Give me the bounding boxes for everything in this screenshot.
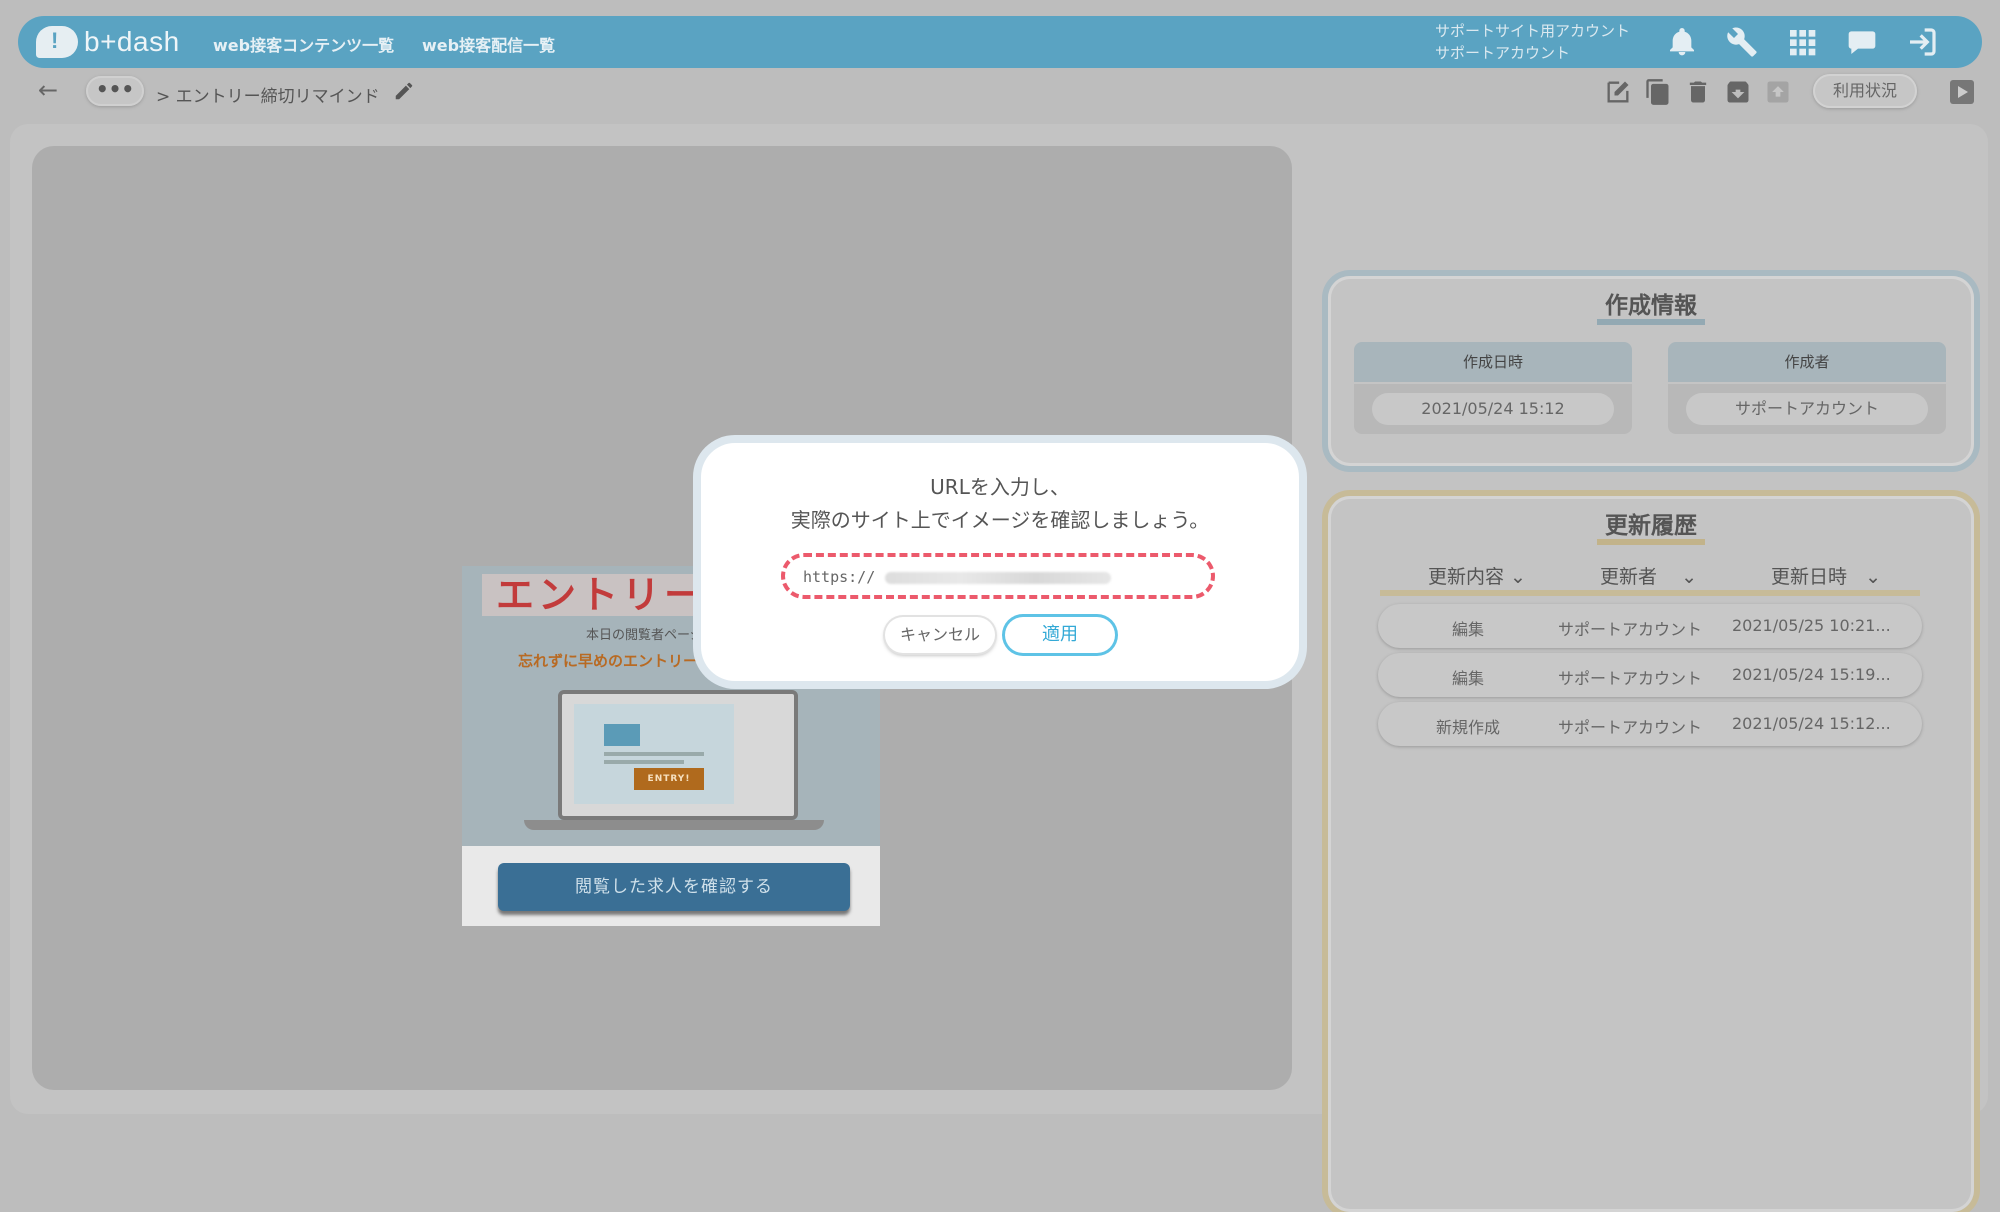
modal-message: URLを入力し、 実際のサイト上でイメージを確認しましょう。	[701, 471, 1299, 537]
rename-pencil-icon[interactable]	[393, 80, 415, 102]
history-user: サポートアカウント	[1558, 718, 1703, 737]
apps-grid-icon[interactable]	[1786, 26, 1818, 58]
logo-bubble-icon	[36, 26, 78, 58]
url-input-value: https://	[803, 568, 876, 586]
nav-web-content-list[interactable]: web接客コンテンツ一覧	[213, 32, 394, 56]
screen-image-block	[604, 724, 640, 746]
entry-badge: ENTRY!	[634, 768, 704, 790]
laptop-illustration: ENTRY!	[558, 690, 798, 820]
creator-value: サポートアカウント	[1686, 393, 1928, 425]
toolbar: ← ••• > エントリー締切リマインド 利用状況	[18, 72, 1982, 114]
creation-info-panel: 作成情報 作成日時 2021/05/24 15:12 作成者 サポートアカウント	[1328, 276, 1974, 466]
history-type: 新規作成	[1436, 718, 1501, 737]
update-history-panel: 更新履歴 更新内容 ⌄ 更新者 ⌄ 更新日時 ⌄ 編集 サポートアカウント 20…	[1328, 496, 1974, 1212]
popup-cta-button[interactable]: 閲覧した求人を確認する	[498, 863, 850, 911]
url-preview-modal: URLを入力し、 実際のサイト上でイメージを確認しましょう。 https:// …	[701, 443, 1299, 681]
col-update-type[interactable]: 更新内容 ⌄	[1428, 562, 1526, 589]
history-row[interactable]: 新規作成 サポートアカウント 2021/05/24 15:12...	[1378, 702, 1922, 746]
breadcrumb-more-button[interactable]: •••	[86, 76, 144, 106]
created-at-value: 2021/05/24 15:12	[1372, 393, 1614, 425]
cancel-button[interactable]: キャンセル	[885, 617, 995, 653]
logo-text: b+dash	[84, 26, 180, 57]
url-blurred-text	[885, 572, 1111, 584]
chat-bubble-icon[interactable]	[1846, 26, 1878, 58]
history-user: サポートアカウント	[1558, 620, 1703, 639]
wrench-icon[interactable]	[1726, 26, 1758, 58]
history-type: 編集	[1452, 620, 1485, 639]
update-history-title: 更新履歴	[1328, 506, 1974, 545]
bell-icon[interactable]	[1666, 26, 1698, 58]
usage-status-button[interactable]: 利用状況	[1813, 74, 1917, 108]
back-arrow-icon[interactable]: ←	[38, 76, 58, 104]
play-icon[interactable]	[1950, 80, 1974, 104]
url-input[interactable]: https://	[781, 553, 1215, 599]
account-user-name: サポートアカウント	[1435, 44, 1571, 62]
export-icon[interactable]	[1764, 78, 1792, 106]
copy-icon[interactable]	[1644, 78, 1672, 106]
history-date: 2021/05/24 15:19...	[1732, 665, 1891, 684]
top-nav-bar: b+dash web接客コンテンツ一覧 web接客配信一覧 サポートサイト用アカ…	[18, 16, 1982, 68]
laptop-base	[524, 820, 824, 830]
popup-reminder-text: 忘れずに早めのエントリー	[518, 652, 699, 670]
history-row[interactable]: 編集 サポートアカウント 2021/05/24 15:19...	[1378, 653, 1922, 697]
trash-icon[interactable]	[1684, 78, 1712, 106]
edit-icon[interactable]	[1604, 78, 1632, 106]
popup-subtitle: 本日の閲覧者ページ者	[586, 628, 716, 643]
account-info[interactable]: サポートサイト用アカウント サポートアカウント	[1435, 20, 1630, 64]
archive-icon[interactable]	[1724, 78, 1752, 106]
created-at-cell: 2021/05/24 15:12	[1354, 384, 1632, 434]
history-date: 2021/05/25 10:21...	[1732, 616, 1891, 635]
breadcrumb: > エントリー締切リマインド	[156, 87, 380, 107]
history-row[interactable]: 編集 サポートアカウント 2021/05/25 10:21...	[1378, 604, 1922, 648]
laptop-screen: ENTRY!	[574, 704, 734, 804]
history-header-underline	[1380, 590, 1920, 596]
created-at-header: 作成日時	[1354, 342, 1632, 382]
nav-web-delivery-list[interactable]: web接客配信一覧	[422, 32, 555, 56]
col-update-date[interactable]: 更新日時 ⌄	[1771, 562, 1881, 589]
account-site-name: サポートサイト用アカウント	[1435, 22, 1631, 40]
col-updater[interactable]: 更新者 ⌄	[1600, 562, 1697, 589]
creator-header: 作成者	[1668, 342, 1946, 382]
modal-message-line2: 実際のサイト上でイメージを確認しましょう。	[790, 508, 1210, 532]
screen-line	[604, 760, 684, 764]
apply-button[interactable]: 適用	[1005, 617, 1115, 653]
modal-message-line1: URLを入力し、	[930, 475, 1070, 499]
screen-line	[604, 752, 704, 756]
creator-cell: サポートアカウント	[1668, 384, 1946, 434]
bdash-logo[interactable]: b+dash	[36, 22, 180, 62]
history-type: 編集	[1452, 669, 1485, 688]
creation-info-title: 作成情報	[1328, 286, 1974, 325]
history-date: 2021/05/24 15:12...	[1732, 714, 1891, 733]
history-user: サポートアカウント	[1558, 669, 1703, 688]
logout-icon[interactable]	[1906, 26, 1938, 58]
